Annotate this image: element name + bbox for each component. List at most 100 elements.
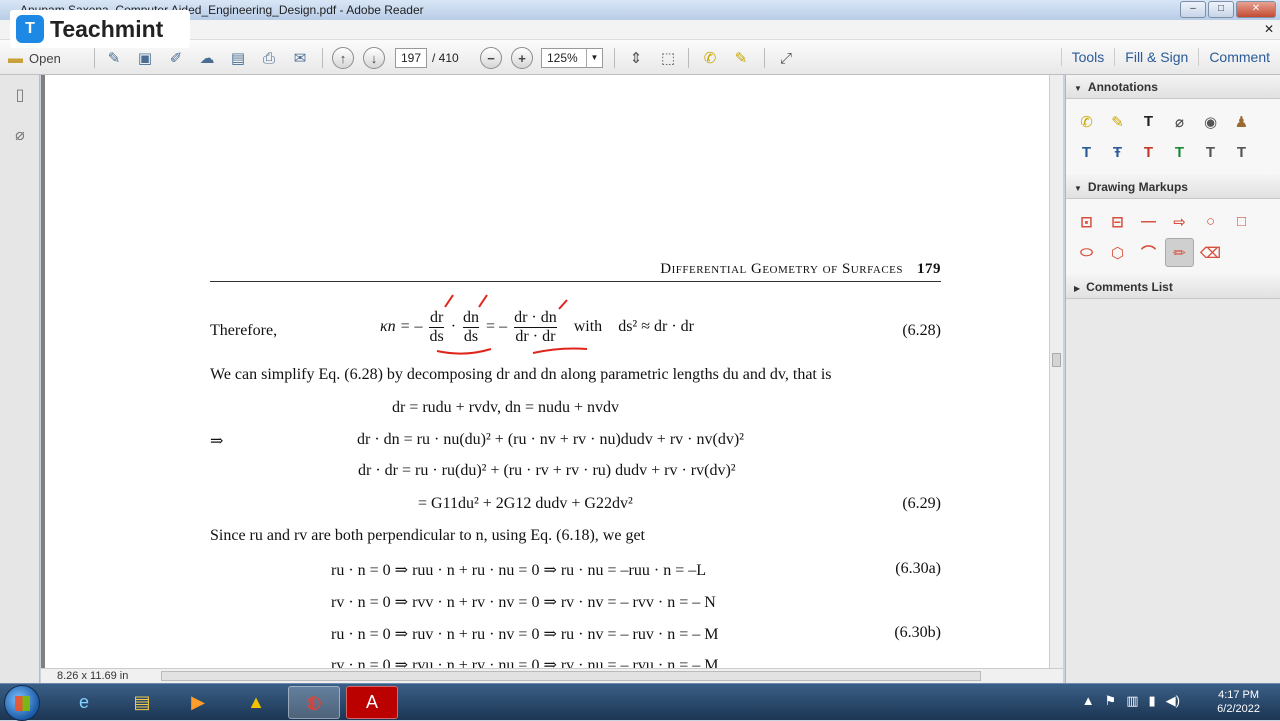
strikethrough-icon[interactable]: T [1134,138,1163,167]
cloud-icon[interactable]: ⬭ [1072,238,1101,267]
window-controls: – □ ✕ [1180,1,1276,18]
full-screen-icon[interactable]: ⤢ [774,47,798,69]
show-hidden-icons-icon[interactable]: ▲ [1082,693,1095,709]
save-icon[interactable]: ▤ [226,47,250,69]
ink-annotations [436,294,588,355]
zoom-out-button[interactable]: − [480,47,502,69]
drawing-markups-section-header[interactable]: ▼ Drawing Markups [1066,175,1280,199]
ink-underline [532,347,588,354]
zoom-select[interactable]: 125% ▼ [541,48,603,68]
oval-icon[interactable]: ○ [1196,207,1225,236]
system-clock[interactable]: 4:17 PM 6/2/2022 [1217,688,1260,716]
sticky-note-icon[interactable]: ✆ [1072,107,1101,136]
polygon-icon[interactable]: ⬡ [1103,238,1132,267]
ink-tick-mark [478,294,488,308]
collapse-triangle-icon: ▼ [1074,184,1082,193]
record-audio-icon[interactable]: ◉ [1196,107,1225,136]
rectangle-icon[interactable]: □ [1227,207,1256,236]
pdf-page: Differential Geometry of Surfaces 179 The… [45,75,1053,668]
previous-page-button[interactable]: ↑ [332,47,354,69]
vertical-scrollbar[interactable] [1049,75,1063,668]
highlight-icon[interactable]: ✎ [1103,107,1132,136]
toolbar-separator [614,48,615,68]
toolbar-separator [322,48,323,68]
navigation-panel: ▯ ⌀ [0,75,40,683]
callout-icon[interactable]: ⊟ [1103,207,1132,236]
open-label: Open [29,50,61,66]
toolbar-separator [764,48,765,68]
annotations-section-header[interactable]: ▼ Annotations [1066,75,1280,99]
connected-lines-icon[interactable]: ⌒ [1134,238,1163,267]
close-button[interactable]: ✕ [1236,1,1276,18]
close-document-button[interactable]: ✕ [1264,22,1274,36]
chrome-icon[interactable]: ◍ [288,686,340,719]
next-page-button[interactable]: ↓ [363,47,385,69]
stamp-icon[interactable]: ♟ [1227,107,1256,136]
adobe-reader-icon[interactable]: A [346,686,398,719]
tab-fill-sign[interactable]: Fill & Sign [1114,48,1198,66]
sticky-note-icon[interactable]: ✆ [698,47,722,69]
clock-date: 6/2/2022 [1217,703,1260,715]
combine-files-icon[interactable]: ▣ [133,47,157,69]
eraser-icon[interactable]: ⌫ [1196,238,1225,267]
ink-underline [436,348,492,355]
page-size-label: 8.26 x 11.69 in [57,670,129,682]
window-titlebar: Anupam Saxena_Computer Aided_Engineering… [0,0,1280,20]
upload-cloud-icon[interactable]: ☁ [195,47,219,69]
pencil-icon[interactable]: ✏ [1165,238,1194,267]
drawing-markups-tools: ⊡ ⊟ — ⇨ ○ □ ⬭ ⬡ ⌒ ✏ ⌫ [1066,199,1280,275]
insert-text-icon[interactable]: T [1072,138,1101,167]
attach-file-icon[interactable]: ⌀ [1165,107,1194,136]
volume-icon[interactable]: ◀) [1166,693,1180,709]
tab-tools[interactable]: Tools [1060,48,1115,66]
open-button[interactable]: ▬ Open [8,47,74,69]
vlc-icon[interactable]: ▲ [230,686,282,719]
document-viewport[interactable]: Differential Geometry of Surfaces 179 The… [41,75,1063,668]
underline-icon[interactable]: T [1165,138,1194,167]
internet-explorer-icon[interactable]: e [58,686,110,719]
main-toolbar: ▬ Open ✎ ▣ ✐ ☁ ▤ ⎙ ✉ ↑ ↓ 197 / 410 − + 1… [0,40,1280,75]
add-note-to-replace-icon[interactable]: T [1227,138,1256,167]
ink-tick-mark [558,299,568,310]
arrow-icon[interactable]: ⇨ [1165,207,1194,236]
horizontal-scroll-thumb[interactable] [161,671,981,681]
collapse-triangle-icon: ▼ [1074,84,1082,93]
highlight-text-icon[interactable]: ✎ [729,47,753,69]
clock-time: 4:17 PM [1218,689,1260,701]
maximize-button[interactable]: □ [1208,1,1234,18]
folder-icon: ▬ [8,49,23,67]
tab-comment[interactable]: Comment [1198,48,1280,66]
zoom-value: 125% [547,51,578,65]
fit-page-icon[interactable]: ⇕ [624,47,648,69]
network-icon[interactable]: ▥ [1126,693,1138,709]
media-player-icon[interactable]: ▶ [172,686,224,719]
teachmint-logo-mark: T [16,15,44,43]
add-text-icon[interactable]: T [1134,107,1163,136]
chevron-down-icon: ▼ [586,49,602,67]
ink-tick-mark [444,294,454,308]
start-button[interactable] [4,685,40,721]
create-pdf-icon[interactable]: ✎ [102,47,126,69]
page-thumbnails-icon[interactable]: ▯ [0,75,40,115]
vertical-scroll-thumb[interactable] [1052,353,1061,367]
add-note-to-text-icon[interactable]: T [1196,138,1225,167]
page-number-input[interactable]: 197 [395,48,427,68]
action-center-icon[interactable]: ⚑ [1105,693,1117,709]
teachmint-logo: T Teachmint [10,10,190,48]
email-icon[interactable]: ✉ [288,47,312,69]
print-icon[interactable]: ⎙ [257,47,281,69]
power-icon[interactable]: ▮ [1149,693,1156,709]
edit-pdf-icon[interactable]: ✐ [164,47,188,69]
toolbar-separator [94,48,95,68]
line-icon[interactable]: — [1134,207,1163,236]
horizontal-scrollbar[interactable]: 8.26 x 11.69 in [41,668,1063,683]
text-box-icon[interactable]: ⊡ [1072,207,1101,236]
attachments-icon[interactable]: ⌀ [0,115,40,155]
file-explorer-icon[interactable]: ▤ [116,686,168,719]
expand-triangle-icon: ▶ [1074,284,1081,293]
zoom-in-button[interactable]: + [511,47,533,69]
fit-width-icon[interactable]: ⬚ [656,47,680,69]
comments-list-section-header[interactable]: ▶ Comments List [1066,275,1280,299]
replace-text-icon[interactable]: Ŧ [1103,138,1132,167]
minimize-button[interactable]: – [1180,1,1206,18]
